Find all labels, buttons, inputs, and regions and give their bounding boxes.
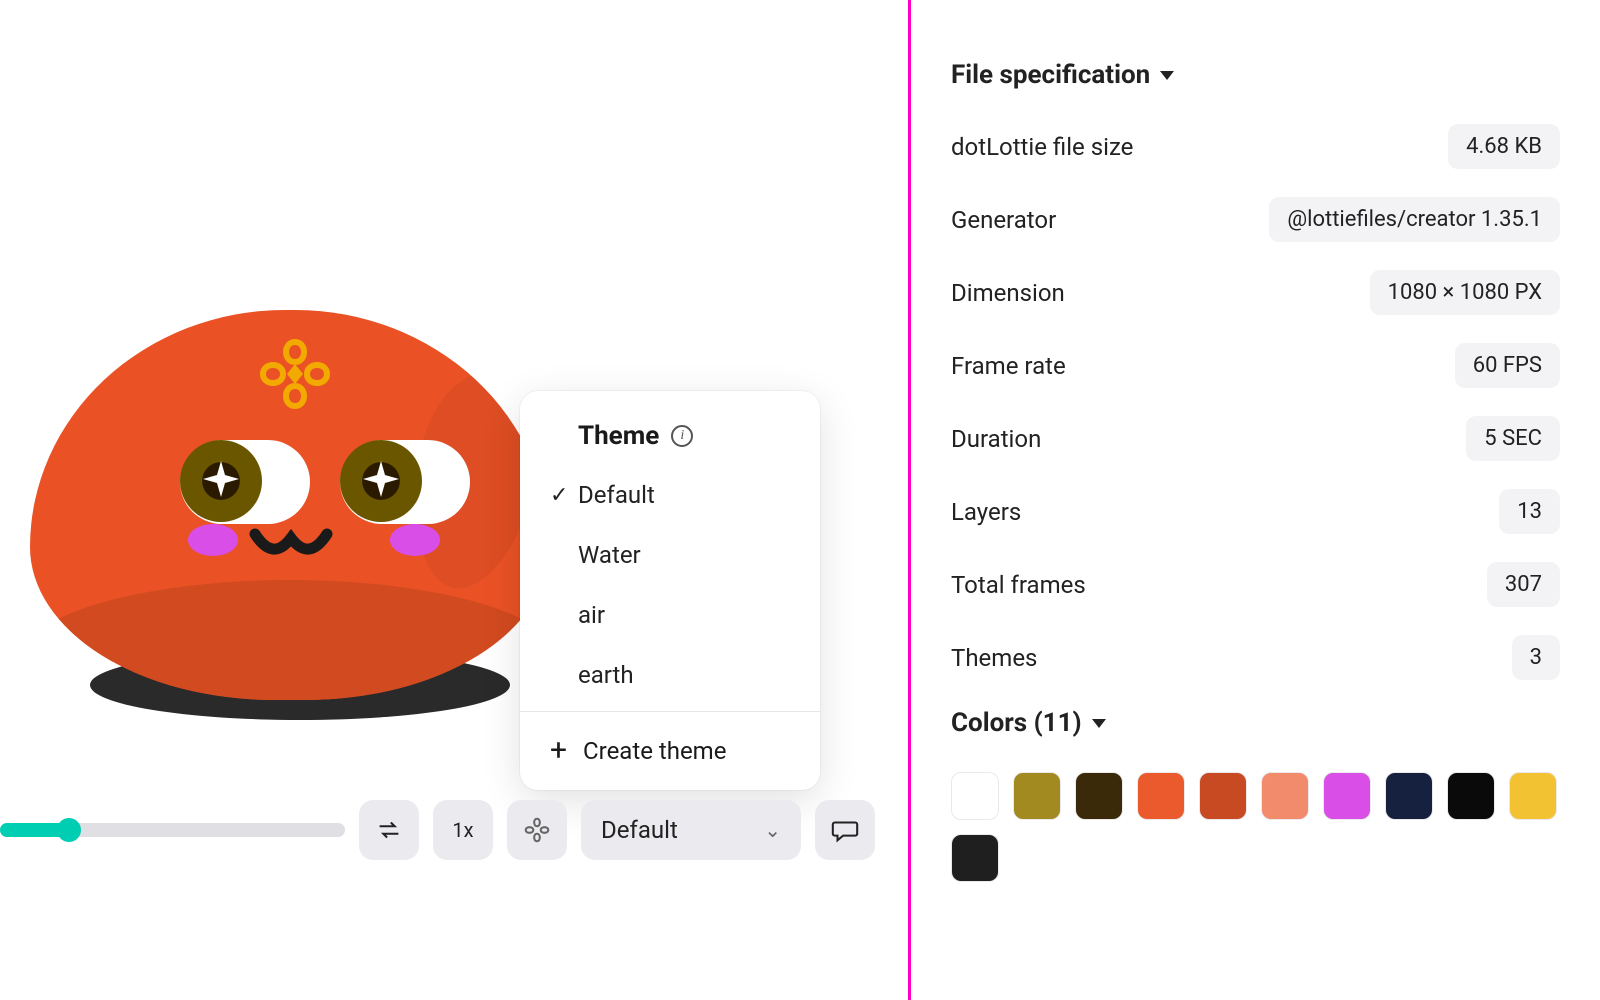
theme-option-default[interactable]: ✓ Default xyxy=(520,465,820,525)
theme-option-earth[interactable]: earth xyxy=(520,645,820,705)
character-eye-left xyxy=(180,440,310,524)
color-swatch[interactable] xyxy=(1509,772,1557,820)
spec-value: 5 SEC xyxy=(1466,416,1560,461)
playback-toolbar: 1x Default ⌄ xyxy=(0,800,908,860)
spec-row-duration: Duration 5 SEC xyxy=(951,416,1560,461)
color-swatch[interactable] xyxy=(1075,772,1123,820)
color-swatch[interactable] xyxy=(1323,772,1371,820)
comment-icon xyxy=(830,815,860,845)
spec-value: 3 xyxy=(1512,635,1560,680)
chevron-down-icon: ⌄ xyxy=(764,818,781,842)
file-spec-header[interactable]: File specification xyxy=(951,60,1560,90)
loop-icon xyxy=(374,815,404,845)
check-icon: ✓ xyxy=(550,483,578,508)
spec-row-frames: Total frames 307 xyxy=(951,562,1560,607)
spec-value: 60 FPS xyxy=(1455,343,1560,388)
color-swatch[interactable] xyxy=(1137,772,1185,820)
spec-value: @lottiefiles/creator 1.35.1 xyxy=(1269,197,1560,242)
effects-button[interactable] xyxy=(507,800,567,860)
character-eye-right xyxy=(340,440,470,524)
caret-down-icon xyxy=(1160,71,1174,80)
spec-row-layers: Layers 13 xyxy=(951,489,1560,534)
theme-option-label: air xyxy=(578,601,605,629)
theme-option-label: Water xyxy=(578,541,641,569)
spec-label: Themes xyxy=(951,644,1037,672)
spec-row-framerate: Frame rate 60 FPS xyxy=(951,343,1560,388)
theme-select-label: Default xyxy=(601,816,678,844)
details-pane: File specification dotLottie file size 4… xyxy=(908,0,1600,1000)
sparkle-quad-icon xyxy=(522,815,552,845)
app-root: Theme i ✓ Default Water air earth + xyxy=(0,0,1600,1000)
spec-value: 307 xyxy=(1487,562,1560,607)
spec-label: Frame rate xyxy=(951,352,1066,380)
sparkle-icon xyxy=(201,459,241,503)
spec-row-dimension: Dimension 1080 × 1080 PX xyxy=(951,270,1560,315)
theme-popover: Theme i ✓ Default Water air earth + xyxy=(520,391,820,790)
color-swatch[interactable] xyxy=(1013,772,1061,820)
info-icon[interactable]: i xyxy=(671,425,693,447)
forehead-ornament-icon xyxy=(255,334,335,418)
timeline-slider[interactable] xyxy=(0,823,345,837)
theme-option-label: Default xyxy=(578,481,655,509)
character-cheek-left xyxy=(188,524,238,556)
spec-label: Dimension xyxy=(951,279,1065,307)
color-swatch[interactable] xyxy=(1261,772,1309,820)
spec-row-filesize: dotLottie file size 4.68 KB xyxy=(951,124,1560,169)
comments-button[interactable] xyxy=(815,800,875,860)
color-swatch[interactable] xyxy=(951,834,999,882)
spec-row-themes: Themes 3 xyxy=(951,635,1560,680)
spec-row-generator: Generator @lottiefiles/creator 1.35.1 xyxy=(951,197,1560,242)
caret-down-icon xyxy=(1092,719,1106,728)
section-title: Colors (11) xyxy=(951,708,1082,738)
slider-thumb[interactable] xyxy=(57,818,81,842)
spec-value: 4.68 KB xyxy=(1448,124,1560,169)
character-mouth xyxy=(245,522,345,572)
create-theme-button[interactable]: + Create theme xyxy=(520,712,820,790)
color-swatch[interactable] xyxy=(1199,772,1247,820)
spec-value: 13 xyxy=(1499,489,1560,534)
spec-label: Total frames xyxy=(951,571,1086,599)
color-swatch[interactable] xyxy=(1385,772,1433,820)
colors-header[interactable]: Colors (11) xyxy=(951,708,1560,738)
animation-preview xyxy=(30,290,560,720)
speed-label: 1x xyxy=(452,818,473,842)
section-title: File specification xyxy=(951,60,1150,90)
sparkle-icon xyxy=(361,459,401,503)
theme-select[interactable]: Default ⌄ xyxy=(581,800,801,860)
color-swatch[interactable] xyxy=(1447,772,1495,820)
spec-label: dotLottie file size xyxy=(951,133,1133,161)
color-swatch[interactable] xyxy=(951,772,999,820)
popover-header: Theme i xyxy=(520,391,820,465)
colors-grid xyxy=(951,772,1560,882)
create-theme-label: Create theme xyxy=(583,737,726,765)
spec-label: Generator xyxy=(951,206,1056,234)
spec-value: 1080 × 1080 PX xyxy=(1370,270,1560,315)
popover-title: Theme xyxy=(578,421,659,451)
plus-icon: + xyxy=(550,736,567,766)
theme-option-water[interactable]: Water xyxy=(520,525,820,585)
theme-option-label: earth xyxy=(578,661,634,689)
canvas-pane: Theme i ✓ Default Water air earth + xyxy=(0,0,908,1000)
character-body-shade xyxy=(30,580,550,700)
spec-label: Duration xyxy=(951,425,1041,453)
slider-track xyxy=(0,823,345,837)
loop-button[interactable] xyxy=(359,800,419,860)
character-cheek-right xyxy=(390,524,440,556)
speed-button[interactable]: 1x xyxy=(433,800,493,860)
spec-label: Layers xyxy=(951,498,1021,526)
theme-option-air[interactable]: air xyxy=(520,585,820,645)
